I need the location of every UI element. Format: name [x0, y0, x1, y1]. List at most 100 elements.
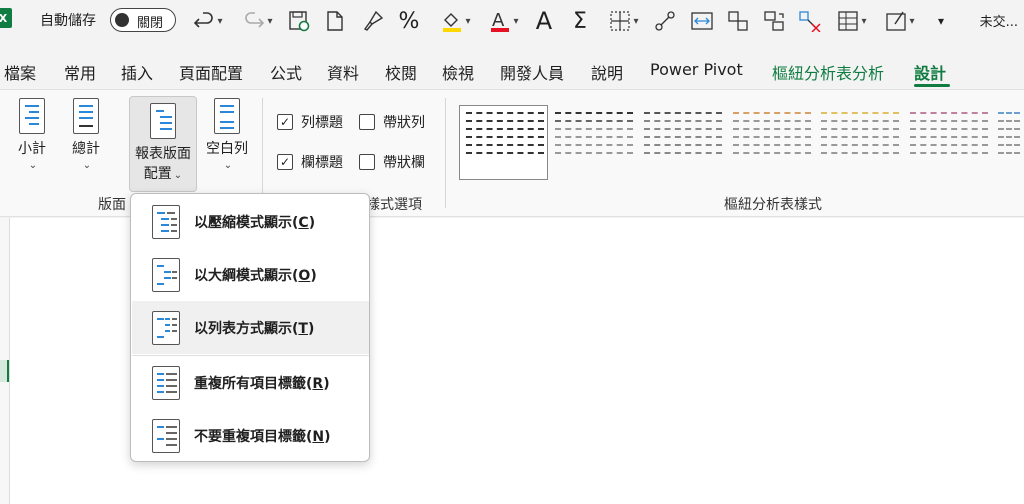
tab-insert[interactable]: 插入	[121, 60, 153, 84]
group-button[interactable]	[760, 7, 788, 35]
document-title: 未交...	[979, 15, 1018, 30]
letter-a-icon: A	[535, 7, 553, 35]
style-options-group-label: 樣式選項	[366, 197, 422, 213]
autosum-button[interactable]: Σ	[566, 7, 594, 35]
tab-help[interactable]: 說明	[591, 60, 623, 84]
tab-file[interactable]: 檔案	[4, 60, 36, 84]
menu-item-compact-form[interactable]: 以壓縮模式顯示(C)	[132, 195, 369, 248]
report-layout-label-2: 配置	[143, 166, 172, 182]
menu-item-label: 以列表方式顯示(T)	[194, 318, 314, 338]
pivot-style-light-orange[interactable]	[729, 106, 815, 178]
chevron-down-icon: ⌄	[28, 160, 38, 171]
tab-pivot-analyze[interactable]: 樞紐分析表分析	[772, 60, 884, 84]
subtotals-icon	[19, 98, 45, 134]
refresh-save-button[interactable]	[286, 7, 312, 35]
checkbox-empty-icon	[359, 114, 375, 130]
outline-form-icon	[152, 257, 180, 292]
blank-rows-button[interactable]: 空白列 ⌄	[202, 98, 252, 184]
tab-design[interactable]: 設計	[914, 60, 946, 84]
no-repeat-labels-close: )	[324, 428, 331, 445]
customize-toolbar-button[interactable]: ▾	[930, 7, 952, 35]
tab-power-pivot[interactable]: Power Pivot	[650, 60, 743, 79]
undo-button[interactable]: ▾	[188, 7, 228, 35]
tab-home[interactable]: 常用	[64, 60, 96, 84]
group-shapes-icon	[764, 11, 784, 31]
percent-style-button[interactable]: %	[396, 7, 422, 35]
font-color-button[interactable]: A ▾	[482, 7, 526, 35]
no-repeat-labels-icon	[152, 418, 180, 453]
pivot-style-light-blue[interactable]	[994, 106, 1024, 178]
no-repeat-labels-key: N	[312, 428, 325, 445]
cell-styles-button[interactable]: ▾	[880, 7, 920, 35]
redo-button[interactable]: ▾	[238, 7, 278, 35]
tab-developer[interactable]: 開發人員	[500, 60, 564, 84]
save-refresh-icon	[289, 11, 310, 32]
font-size-button[interactable]: A	[530, 7, 558, 35]
subtotals-button[interactable]: 小計 ⌄	[10, 98, 54, 184]
report-layout-button[interactable]: 報表版面 配置 ⌄	[129, 96, 197, 192]
tab-formulas[interactable]: 公式	[270, 60, 302, 84]
format-painter-button[interactable]	[358, 7, 388, 35]
autosave-toggle[interactable]: 關閉	[110, 8, 176, 32]
column-headers-checkbox[interactable]: ✓ 欄標題	[277, 152, 343, 172]
table-format-icon	[838, 11, 859, 31]
arrange-button[interactable]	[724, 7, 752, 35]
banded-rows-checkbox[interactable]: 帶狀列	[359, 112, 425, 132]
menu-item-no-repeat-labels[interactable]: 不要重複項目標籤(N)	[132, 409, 369, 462]
title-bar: X 自動儲存 關閉 ▾ ▾ % ▾ A ▾ A Σ ▾ ▾ ▾ ▾ 未交...	[0, 0, 1024, 42]
pivot-styles-group-label: 樞紐分析表樣式	[724, 197, 822, 213]
tab-page-layout[interactable]: 頁面配置	[179, 60, 243, 84]
pivot-style-light-3[interactable]	[640, 106, 726, 178]
chevron-down-icon: ▾	[937, 14, 945, 28]
remove-arrows-icon	[799, 11, 821, 32]
arrange-icon	[728, 11, 748, 31]
pivot-style-light-gold[interactable]	[817, 106, 903, 178]
active-tab-indicator	[914, 84, 950, 87]
fill-color-button[interactable]: ▾	[434, 7, 478, 35]
svg-text:A: A	[492, 10, 505, 31]
menu-item-label: 不要重複項目標籤(N)	[194, 426, 331, 446]
autosave-label: 自動儲存	[40, 13, 96, 29]
pivot-style-light-2[interactable]	[551, 106, 637, 178]
pivot-style-light-pink[interactable]	[906, 106, 992, 178]
clear-arrows-button[interactable]	[796, 7, 824, 35]
layout-group-label: 版面	[98, 197, 126, 213]
connector-button[interactable]	[652, 7, 678, 35]
subtotals-label: 小計	[18, 141, 46, 157]
menu-item-repeat-labels[interactable]: 重複所有項目標籤(R)	[132, 356, 369, 409]
banded-rows-label: 帶狀列	[383, 115, 425, 131]
menu-item-label: 重複所有項目標籤(R)	[194, 373, 330, 393]
fit-width-button[interactable]	[688, 7, 716, 35]
repeat-labels-icon	[152, 365, 180, 400]
tab-view[interactable]: 檢視	[442, 60, 474, 84]
column-headers-label: 欄標題	[301, 155, 343, 171]
new-document-icon	[327, 11, 343, 31]
borders-button[interactable]: ▾	[604, 7, 644, 35]
fit-width-icon	[691, 12, 713, 30]
grand-totals-icon	[73, 98, 99, 134]
tab-data[interactable]: 資料	[327, 60, 359, 84]
grand-totals-button[interactable]: 總計 ⌄	[64, 98, 108, 184]
autosave-state: 關閉	[137, 16, 164, 31]
checkmark-icon: ✓	[277, 114, 293, 130]
report-layout-label-line2: 配置 ⌄	[130, 163, 196, 183]
pivot-style-light-1[interactable]	[462, 106, 548, 178]
tabular-form-close: )	[307, 320, 315, 337]
tabular-form-label: 以列表方式顯示(	[194, 320, 299, 337]
table-format-button[interactable]: ▾	[832, 7, 872, 35]
banded-columns-checkbox[interactable]: 帶狀欄	[359, 152, 425, 172]
tab-review[interactable]: 校閱	[385, 60, 417, 84]
repeat-labels-label: 重複所有項目標籤(	[194, 375, 313, 392]
menu-item-tabular-form[interactable]: 以列表方式顯示(T)	[132, 301, 369, 354]
ribbon-tabs: 檔案 常用 插入 頁面配置 公式 資料 校閱 檢視 開發人員 說明 Power …	[0, 54, 1024, 88]
outline-form-close: )	[310, 267, 317, 284]
selected-row-header[interactable]	[0, 360, 9, 382]
menu-item-outline-form[interactable]: 以大綱模式顯示(O)	[132, 248, 369, 301]
fill-bucket-icon	[443, 13, 462, 32]
compact-form-close: )	[308, 214, 316, 231]
row-headers-checkbox[interactable]: ✓ 列標題	[277, 112, 343, 132]
new-file-button[interactable]	[322, 7, 348, 35]
toggle-knob	[115, 13, 129, 27]
report-layout-label-1: 報表版面	[135, 146, 191, 162]
tabular-form-key: T	[298, 320, 308, 337]
